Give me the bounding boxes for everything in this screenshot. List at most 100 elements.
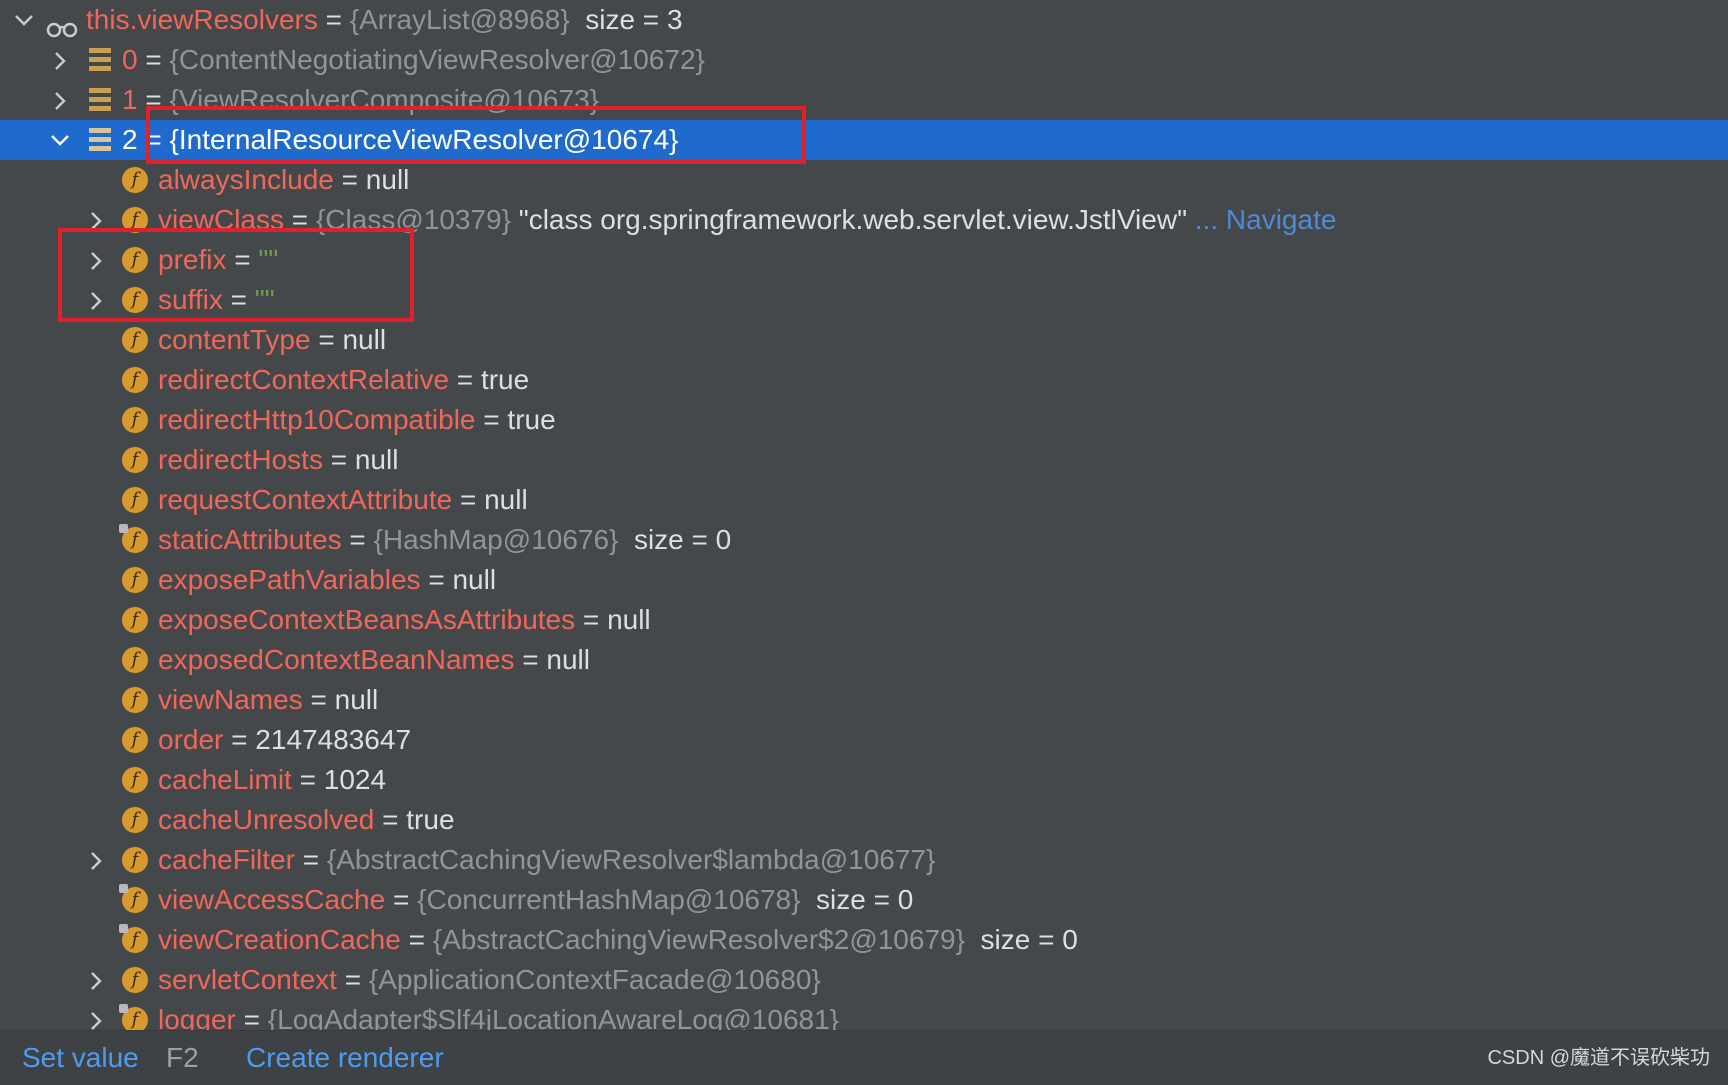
tree-row-text: exposedContextBeanNames = null [158, 644, 590, 675]
tree-row-text: redirectContextRelative = true [158, 364, 530, 395]
field-reference: {AbstractCachingViewResolver$lambda@1067… [326, 844, 936, 875]
field-icon: f [122, 487, 148, 513]
field-name: logger [158, 1004, 236, 1030]
variable-size: size = 3 [585, 4, 683, 35]
status-bar: Set value F2 Create renderer CSDN @魔道不误砍… [0, 1030, 1728, 1085]
tree-row-field[interactable]: f logger = {LogAdapter$Slf4jLocationAwar… [0, 1000, 1728, 1030]
field-icon: f [122, 327, 148, 353]
tree-row-field[interactable]: f servletContext = {ApplicationContextFa… [0, 960, 1728, 1000]
field-size: size = 0 [980, 924, 1078, 955]
tree-row-field[interactable]: f cacheFilter = {AbstractCachingViewReso… [0, 840, 1728, 880]
tree-row-field[interactable]: f redirectHttp10Compatible = true [0, 400, 1728, 440]
tree-row-text: viewAccessCache = {ConcurrentHashMap@106… [158, 884, 914, 915]
field-name: exposedContextBeanNames [158, 644, 515, 675]
set-value-link[interactable]: Set value [22, 1031, 139, 1085]
final-field-icon: f [119, 924, 148, 953]
tree-row-text: alwaysInclude = null [158, 164, 410, 195]
chevron-right-icon[interactable] [84, 840, 106, 880]
tree-row-text: cacheFilter = {AbstractCachingViewResolv… [158, 844, 936, 875]
tree-row-field[interactable]: f order = 2147483647 [0, 720, 1728, 760]
field-size: size = 0 [816, 884, 914, 915]
tree-row-text: logger = {LogAdapter$Slf4jLocationAwareL… [158, 1000, 839, 1030]
tree-row-field[interactable]: f staticAttributes = {HashMap@10676} siz… [0, 520, 1728, 560]
field-name: viewAccessCache [158, 884, 386, 915]
element-index: 1 [122, 84, 138, 115]
final-field-icon: f [119, 524, 148, 553]
create-renderer-link[interactable]: Create renderer [246, 1031, 444, 1085]
field-icon: f [122, 447, 148, 473]
field-icon: f [122, 847, 148, 873]
field-name: staticAttributes [158, 524, 342, 555]
tree-row-field[interactable]: f alwaysInclude = null [0, 160, 1728, 200]
highlight-box-selected-element [146, 106, 806, 164]
chevron-down-icon[interactable] [12, 0, 34, 40]
tree-row-text: contentType = null [158, 324, 387, 355]
chevron-down-icon[interactable] [48, 120, 70, 160]
tree-row-field[interactable]: f redirectContextRelative = true [0, 360, 1728, 400]
element-index: 0 [122, 44, 138, 75]
tree-row-text: redirectHosts = null [158, 444, 399, 475]
field-name: viewCreationCache [158, 924, 401, 955]
tree-row-field[interactable]: f exposedContextBeanNames = null [0, 640, 1728, 680]
element-reference: {ContentNegotiatingViewResolver@10672} [169, 44, 705, 75]
tree-row-field[interactable]: f cacheUnresolved = true [0, 800, 1728, 840]
field-icon: f [122, 567, 148, 593]
field-name: cacheLimit [158, 764, 292, 795]
field-icon: f [122, 807, 148, 833]
tree-row-field[interactable]: f exposeContextBeansAsAttributes = null [0, 600, 1728, 640]
field-name: exposeContextBeansAsAttributes [158, 604, 576, 635]
field-value: "class org.springframework.web.servlet.v… [518, 204, 1188, 235]
chevron-right-icon[interactable] [48, 40, 70, 80]
variable-reference: {ArrayList@8968} [349, 4, 570, 35]
tree-row-text: staticAttributes = {HashMap@10676} size … [158, 524, 732, 555]
chevron-right-icon[interactable] [84, 1000, 106, 1030]
watermark: CSDN @魔道不误砍柴功 [1487, 1047, 1710, 1069]
field-icon: f [122, 727, 148, 753]
field-name: redirectHttp10Compatible [158, 404, 476, 435]
tree-row-text: servletContext = {ApplicationContextFaca… [158, 964, 821, 995]
field-icon: f [122, 767, 148, 793]
field-name: alwaysInclude [158, 164, 334, 195]
tree-row-field[interactable]: f contentType = null [0, 320, 1728, 360]
field-icon: f [122, 407, 148, 433]
field-value: null [607, 604, 651, 635]
highlight-box-prefix-suffix [58, 228, 414, 322]
tree-row-text: viewNames = null [158, 684, 379, 715]
field-icon: f [122, 687, 148, 713]
navigate-ellipsis: ... [1194, 204, 1219, 235]
final-field-icon: f [119, 1004, 148, 1030]
tree-row-field[interactable]: f viewNames = null [0, 680, 1728, 720]
field-size: size = 0 [633, 524, 732, 555]
field-name: exposePathVariables [158, 564, 421, 595]
chevron-right-icon[interactable] [48, 80, 70, 120]
field-reference: {ApplicationContextFacade@10680} [368, 964, 821, 995]
tree-row-field[interactable]: f viewAccessCache = {ConcurrentHashMap@1… [0, 880, 1728, 920]
tree-row-field[interactable]: f viewCreationCache = {AbstractCachingVi… [0, 920, 1728, 960]
field-value: 1024 [323, 764, 387, 795]
field-icon: f [122, 167, 148, 193]
field-name: servletContext [158, 964, 337, 995]
tree-row-field[interactable]: f requestContextAttribute = null [0, 480, 1728, 520]
tree-row-element-0[interactable]: 0 = {ContentNegotiatingViewResolver@1067… [0, 40, 1728, 80]
element-index: 2 [122, 124, 138, 155]
field-value: 2147483647 [255, 724, 412, 755]
field-value: true [507, 404, 556, 435]
tree-row-view-resolvers[interactable]: this.viewResolvers = {ArrayList@8968} si… [0, 0, 1728, 40]
tree-row-text: this.viewResolvers = {ArrayList@8968} si… [86, 4, 683, 35]
tree-row-text: exposeContextBeansAsAttributes = null [158, 604, 651, 635]
field-value: null [452, 564, 497, 595]
tree-row-text: exposePathVariables = null [158, 564, 497, 595]
field-name: redirectContextRelative [158, 364, 450, 395]
tree-row-field[interactable]: f redirectHosts = null [0, 440, 1728, 480]
field-name: requestContextAttribute [158, 484, 453, 515]
chevron-right-icon[interactable] [84, 960, 106, 1000]
tree-row-text: viewCreationCache = {AbstractCachingView… [158, 924, 1078, 955]
tree-row-text: requestContextAttribute = null [158, 484, 528, 515]
tree-row-field[interactable]: f cacheLimit = 1024 [0, 760, 1728, 800]
navigate-link[interactable]: Navigate [1226, 204, 1337, 235]
field-icon: f [122, 607, 148, 633]
tree-row-field[interactable]: f exposePathVariables = null [0, 560, 1728, 600]
array-element-icon [89, 128, 111, 152]
array-element-icon [89, 88, 111, 112]
tree-row-text: redirectHttp10Compatible = true [158, 404, 556, 435]
